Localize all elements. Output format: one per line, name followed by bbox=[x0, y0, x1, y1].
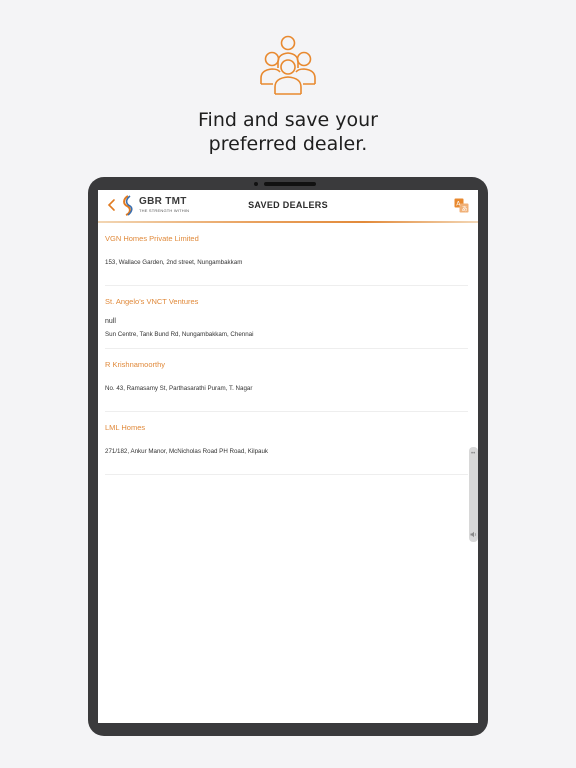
speaker-grille bbox=[264, 182, 316, 186]
headline-line-1: Find and save your bbox=[198, 109, 378, 131]
dealer-address: 153, Wallace Garden, 2nd street, Nungamb… bbox=[105, 259, 243, 266]
logo-tagline: THE STRENGTH WITHIN bbox=[139, 208, 190, 213]
dealer-item[interactable]: LML Homes 271/182, Ankur Manor, McNichol… bbox=[105, 412, 468, 475]
people-group-icon bbox=[260, 35, 316, 95]
app-screen: SAVED DEALERS GBR TMT THE STRENGTH WITHI… bbox=[98, 190, 478, 723]
tablet-frame: SAVED DEALERS GBR TMT THE STRENGTH WITHI… bbox=[88, 177, 488, 736]
side-panel-handle[interactable]: •• bbox=[469, 447, 478, 542]
dealer-item[interactable]: St. Angelo's VNCT Ventures null Sun Cent… bbox=[105, 286, 468, 349]
svg-text:あ: あ bbox=[462, 206, 468, 213]
headline-line-2: preferred dealer. bbox=[208, 133, 368, 155]
app-header: SAVED DEALERS GBR TMT THE STRENGTH WITHI… bbox=[98, 190, 478, 222]
gbr-tmt-logo: GBR TMT THE STRENGTH WITHIN bbox=[120, 194, 190, 216]
grip-dots-icon: •• bbox=[471, 451, 476, 457]
dealer-extra-info: null bbox=[105, 318, 116, 325]
dealer-name: R Krishnamoorthy bbox=[105, 360, 166, 369]
dealer-name: LML Homes bbox=[105, 423, 146, 432]
dealer-address: Sun Centre, Tank Bund Rd, Nungambakkam, … bbox=[105, 331, 254, 338]
dealer-item[interactable]: VGN Homes Private Limited 153, Wallace G… bbox=[105, 223, 468, 286]
camera-dot bbox=[254, 182, 258, 186]
back-button[interactable] bbox=[105, 197, 119, 213]
dealer-name: VGN Homes Private Limited bbox=[105, 234, 199, 243]
dealer-address: No. 43, Ramasamy St, Parthasarathi Puram… bbox=[105, 385, 253, 392]
dealer-item[interactable]: R Krishnamoorthy No. 43, Ramasamy St, Pa… bbox=[105, 349, 468, 412]
logo-title: GBR TMT bbox=[139, 196, 187, 207]
dealer-list: VGN Homes Private Limited 153, Wallace G… bbox=[98, 223, 478, 475]
volume-icon bbox=[470, 531, 476, 538]
dealer-name: St. Angelo's VNCT Ventures bbox=[105, 297, 199, 306]
logo-mark-icon bbox=[123, 195, 133, 216]
translate-icon: A あ bbox=[454, 198, 469, 213]
promo-headline: Find and save your preferred dealer. bbox=[0, 108, 576, 156]
translate-button[interactable]: A あ bbox=[454, 198, 469, 213]
dealer-address: 271/182, Ankur Manor, McNicholas Road PH… bbox=[105, 448, 269, 455]
chevron-left-icon bbox=[107, 199, 115, 211]
